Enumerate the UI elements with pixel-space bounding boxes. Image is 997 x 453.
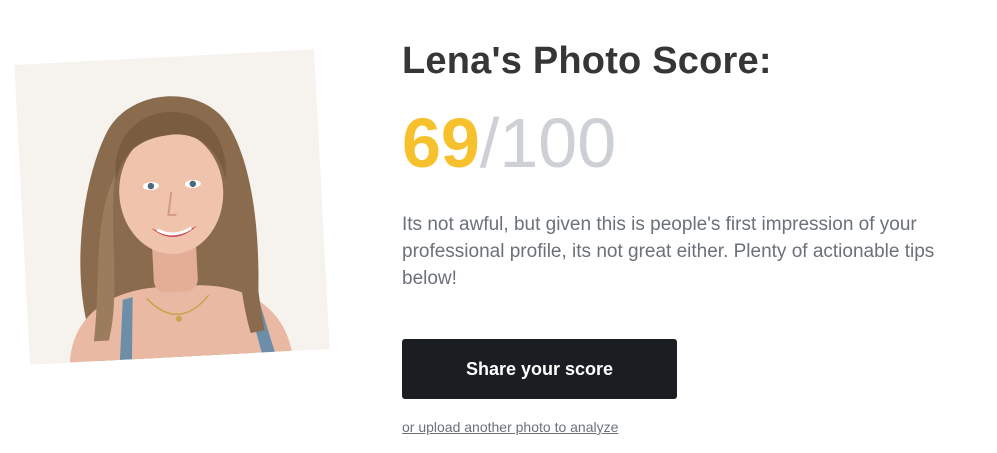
score-max: 100: [499, 104, 617, 182]
portrait-illustration: [14, 49, 330, 365]
score-description: Its not awful, but given this is people'…: [402, 214, 935, 289]
share-score-button[interactable]: Share your score: [402, 339, 677, 399]
score-separator: /: [479, 104, 500, 182]
upload-another-photo-link[interactable]: or upload another photo to analyze: [402, 419, 982, 435]
score-display: 69/100: [402, 103, 982, 183]
page-title: Lena's Photo Score:: [402, 40, 772, 82]
profile-photo: [14, 49, 330, 365]
score-value: 69: [402, 104, 480, 182]
score-panel: Lena's Photo Score: 69/100 Its not awful…: [402, 40, 982, 435]
